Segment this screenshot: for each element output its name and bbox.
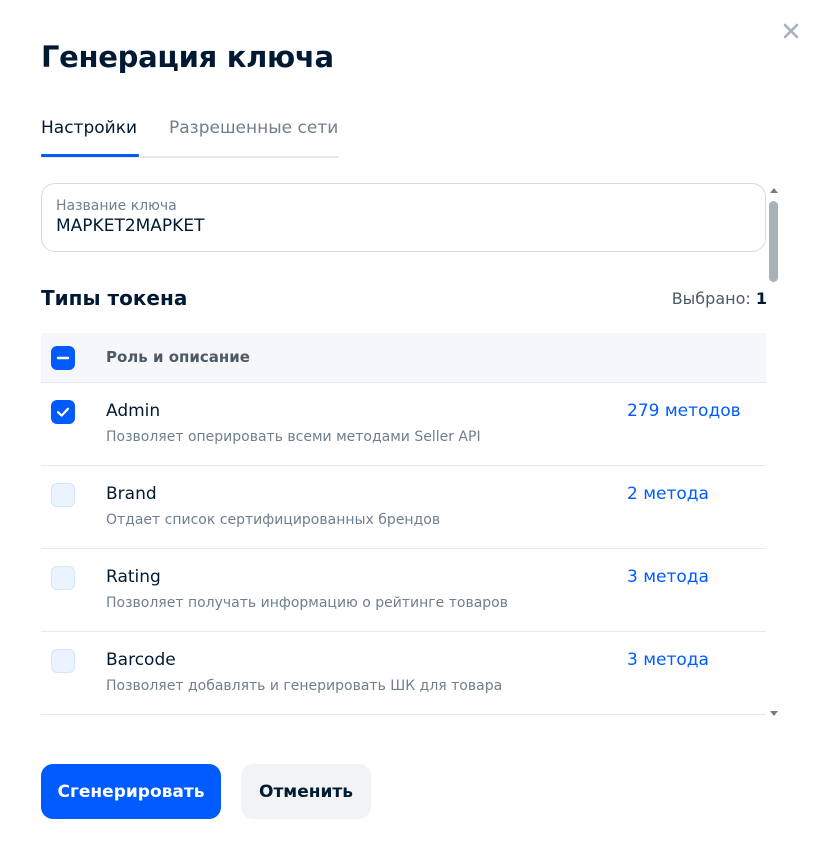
close-icon [783, 23, 799, 39]
token-name: Admin [106, 401, 161, 421]
token-description: Позволяет получать информацию о рейтинге… [106, 595, 508, 611]
token-description: Отдает список сертифицированных брендов [106, 512, 441, 528]
token-row-brand: Brand Отдает список сертифицированных бр… [41, 466, 766, 549]
token-methods-link[interactable]: 3 метода [627, 567, 709, 587]
token-methods-link[interactable]: 279 методов [627, 401, 741, 421]
token-name: Brand [106, 484, 157, 504]
token-types-table: Роль и описание Admin Позволяет опериров… [41, 333, 766, 715]
cancel-button[interactable]: Отменить [241, 764, 371, 819]
token-methods-link[interactable]: 2 метода [627, 484, 709, 504]
token-row-barcode: Barcode Позволяет добавлять и генерирова… [41, 632, 766, 715]
select-all-checkbox[interactable] [51, 346, 75, 370]
tab-settings[interactable]: Настройки [41, 117, 139, 157]
scroll-down-arrow-icon[interactable] [769, 708, 779, 718]
dialog-title: Генерация ключа [41, 40, 334, 74]
token-row-rating: Rating Позволяет получать информацию о р… [41, 549, 766, 632]
token-name: Rating [106, 567, 161, 587]
key-name-input[interactable]: MAPKET2MAPKET [56, 215, 751, 237]
generate-key-dialog: Генерация ключа Настройки Разрешенные се… [0, 0, 822, 860]
token-methods-link[interactable]: 3 метода [627, 650, 709, 670]
close-button[interactable] [780, 20, 802, 42]
selected-count-value: 1 [755, 289, 767, 308]
table-header-label: Роль и описание [106, 348, 250, 366]
key-name-field[interactable]: Название ключа MAPKET2MAPKET [41, 183, 766, 252]
tab-allowed-networks[interactable]: Разрешенные сети [169, 117, 338, 155]
token-checkbox-rating[interactable] [51, 566, 75, 590]
key-name-label: Название ключа [56, 198, 177, 214]
token-checkbox-admin[interactable] [51, 400, 75, 424]
token-name: Barcode [106, 650, 176, 670]
scrollbar-thumb[interactable] [769, 201, 778, 282]
selected-count-label: Выбрано: [671, 289, 751, 308]
dialog-scroll-area: Название ключа MAPKET2MAPKET Типы токена… [41, 183, 767, 723]
minus-icon [56, 356, 70, 360]
selected-count: Выбрано: 1 [672, 289, 767, 308]
checkmark-icon [56, 407, 70, 417]
scroll-up-arrow-icon[interactable] [769, 186, 779, 196]
token-description: Позволяет оперировать всеми методами Sel… [106, 429, 481, 445]
token-row-admin: Admin Позволяет оперировать всеми метода… [41, 383, 766, 466]
generate-button[interactable]: Сгенерировать [41, 764, 221, 819]
tabs: Настройки Разрешенные сети [41, 117, 339, 158]
token-checkbox-brand[interactable] [51, 483, 75, 507]
token-checkbox-barcode[interactable] [51, 649, 75, 673]
scrollbar[interactable] [767, 183, 781, 723]
token-description: Позволяет добавлять и генерировать ШК дл… [106, 678, 503, 694]
token-types-title: Типы токена [41, 286, 188, 310]
table-header: Роль и описание [41, 333, 766, 383]
